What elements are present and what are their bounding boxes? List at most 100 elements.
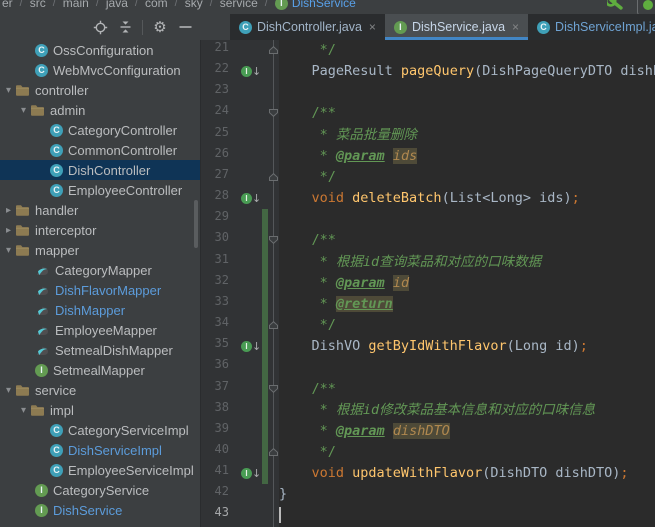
code-text[interactable]: * @return [279,293,655,316]
tree-item-handler[interactable]: ▸ handler [0,200,200,220]
tree-item-DishServiceImpl[interactable]: C DishServiceImpl [0,440,200,460]
code-line-37[interactable]: 37 /** [201,378,655,400]
tree-item-mapper[interactable]: ▾ mapper [0,240,200,260]
code-text[interactable]: } [279,484,655,506]
code-line-25[interactable]: 25 * 菜品批量删除 [201,124,655,146]
code-text[interactable]: void updateWithFlavor(DishDTO dishDTO); [279,463,655,485]
code-text[interactable] [279,505,655,527]
tree-item-CommonController[interactable]: C CommonController [0,140,200,160]
line-number[interactable]: 26 [201,145,237,167]
gutter[interactable] [237,293,279,316]
breadcrumb-item-main[interactable]: main [63,0,89,10]
code-editor[interactable]: 21 */22 I ↓ PageResult pageQuery(DishPageQ… [201,40,655,527]
code-line-28[interactable]: 28 I ↓ void deleteBatch(List<Long> ids); [201,188,655,210]
code-line-27[interactable]: 27 */ [201,166,655,189]
code-text[interactable]: /** [279,103,655,125]
line-number[interactable]: 25 [201,124,237,146]
gutter[interactable] [237,441,279,464]
settings-gear-icon[interactable]: ⚙ [152,18,168,36]
tree-item-CategoryController[interactable]: C CategoryController [0,120,200,140]
implemented-marker-icon[interactable]: I ↓ [241,467,261,480]
tree-item-impl[interactable]: ▾ impl [0,400,200,420]
fold-marker-icon[interactable] [269,172,278,181]
tree-item-CategoryService[interactable]: I CategoryService [0,480,200,500]
code-line-43[interactable]: 43 [201,505,655,527]
code-line-32[interactable]: 32 * @param id [201,272,655,294]
code-line-39[interactable]: 39 * @param dishDTO [201,420,655,442]
breadcrumb-item-er[interactable]: er [2,0,13,10]
line-number[interactable]: 28 [201,188,237,210]
fold-marker-icon[interactable] [269,46,278,54]
chevron-down-icon[interactable]: ▾ [2,385,15,396]
line-number[interactable]: 35 [201,336,237,358]
gutter[interactable] [237,209,279,231]
code-line-30[interactable]: 30 /** [201,230,655,252]
fold-marker-icon[interactable] [269,236,278,245]
breadcrumb-item-sky[interactable]: sky [185,0,203,10]
chevron-down-icon[interactable]: ▾ [2,85,15,96]
line-number[interactable]: 38 [201,399,237,421]
code-text[interactable]: PageResult pageQuery(DishPageQueryDTO di… [279,61,655,83]
gutter[interactable] [237,230,279,252]
fold-marker-icon[interactable] [269,447,278,456]
chevron-down-icon[interactable]: ▾ [17,405,30,416]
breadcrumb-item-java[interactable]: java [106,0,128,10]
code-text[interactable]: */ [279,441,655,464]
code-text[interactable]: /** [279,230,655,252]
wrench-icon[interactable] [607,0,629,12]
line-number[interactable]: 40 [201,441,237,464]
line-number[interactable]: 21 [201,40,237,62]
collapse-all-icon[interactable] [117,19,133,35]
chevron-down-icon[interactable]: ▾ [2,245,15,256]
breadcrumb-item-com[interactable]: com [145,0,168,10]
line-number[interactable]: 22 [201,61,237,83]
code-line-21[interactable]: 21 */ [201,40,655,62]
code-line-42[interactable]: 42} [201,484,655,506]
line-number[interactable]: 23 [201,82,237,104]
hide-panel-icon[interactable] [177,19,193,35]
code-text[interactable]: */ [279,40,655,62]
gutter[interactable] [237,420,279,442]
line-number[interactable]: 36 [201,357,237,379]
tree-item-service[interactable]: ▾ service [0,380,200,400]
line-number[interactable]: 41 [201,463,237,485]
line-number[interactable]: 42 [201,484,237,506]
chevron-down-icon[interactable]: ▾ [17,105,30,116]
code-line-26[interactable]: 26 * @param ids [201,145,655,167]
tree-item-DishService[interactable]: I DishService [0,500,200,520]
line-number[interactable]: 24 [201,103,237,125]
code-text[interactable]: void deleteBatch(List<Long> ids); [279,188,655,210]
code-text[interactable]: * @param id [279,272,655,294]
line-number[interactable]: 43 [201,505,237,527]
gutter[interactable]: I ↓ [237,463,279,485]
code-text[interactable]: * 菜品批量删除 [279,124,655,146]
breadcrumb-item-DishService[interactable]: I DishService [274,0,356,10]
tree-item-WebMvcConfiguration[interactable]: C WebMvcConfiguration [0,60,200,80]
code-line-34[interactable]: 34 */ [201,315,655,337]
line-number[interactable]: 37 [201,378,237,400]
code-text[interactable] [279,82,655,104]
tree-item-SetmealMapper[interactable]: I SetmealMapper [0,360,200,380]
gutter[interactable] [237,166,279,189]
tree-item-DishMapper[interactable]: DishMapper [0,300,200,320]
code-text[interactable]: DishVO getByIdWithFlavor(Long id); [279,336,655,358]
gutter[interactable] [237,124,279,146]
code-line-31[interactable]: 31 * 根据id查询菜品和对应的口味数据 [201,251,655,273]
tab-DishController.java[interactable]: C DishController.java × [230,14,385,40]
gutter[interactable] [237,103,279,125]
tree-item-interceptor[interactable]: ▸ interceptor [0,220,200,240]
gutter[interactable]: I ↓ [237,336,279,358]
tree-item-SetmealDishMapper[interactable]: SetmealDishMapper [0,340,200,360]
gutter[interactable] [237,505,279,527]
line-number[interactable]: 34 [201,315,237,337]
fold-marker-icon[interactable] [269,384,278,393]
gutter[interactable] [237,484,279,506]
tab-DishServiceImpl.java[interactable]: C DishServiceImpl.java [528,14,655,40]
tree-item-OssConfiguration[interactable]: C OssConfiguration [0,40,200,60]
code-line-23[interactable]: 23 [201,82,655,104]
tree-item-DishFlavorMapper[interactable]: DishFlavorMapper [0,280,200,300]
code-line-29[interactable]: 29 [201,209,655,231]
tree-scrollbar-thumb[interactable] [194,200,198,248]
line-number[interactable]: 30 [201,230,237,252]
tree-item-EmployeeController[interactable]: C EmployeeController [0,180,200,200]
